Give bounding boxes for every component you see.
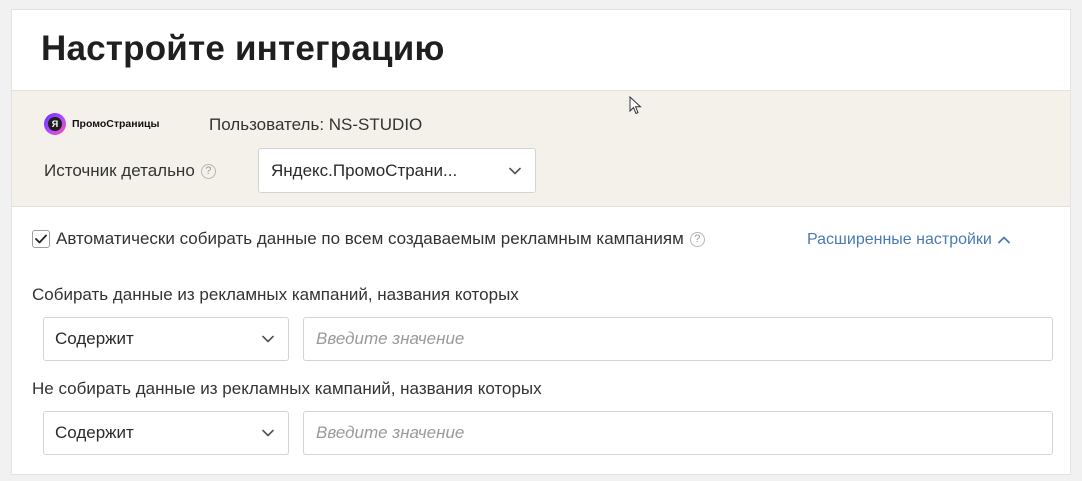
source-block: Я ПромоСтраницы Пользователь: NS-STUDIO … bbox=[12, 91, 1070, 207]
source-detail-label: Источник детально ? bbox=[44, 161, 216, 181]
user-name: Пользователь: NS-STUDIO bbox=[209, 115, 423, 134]
source-detail-value: Яндекс.ПромоСтрани... bbox=[271, 160, 458, 180]
exclude-condition-select[interactable]: Содержит bbox=[43, 411, 289, 455]
chevron-down-icon bbox=[495, 167, 535, 175]
logo-text: ПромоСтраницы bbox=[72, 118, 160, 130]
chevron-down-icon bbox=[248, 335, 288, 343]
auto-collect-label: Автоматически собирать данные по всем со… bbox=[56, 229, 684, 248]
promopages-logo-icon: Я bbox=[44, 113, 66, 135]
page-title: Настройте интеграцию bbox=[41, 29, 445, 68]
exclude-condition-value: Содержит bbox=[55, 423, 134, 442]
auto-collect-checkbox[interactable] bbox=[32, 230, 50, 248]
auto-collect-row: Автоматически собирать данные по всем со… bbox=[32, 229, 705, 249]
advanced-settings-link[interactable]: Расширенные настройки bbox=[807, 231, 1010, 249]
exclude-value-input[interactable] bbox=[303, 411, 1053, 455]
include-campaigns-label: Собирать данные из рекламных кампаний, н… bbox=[32, 285, 519, 304]
page-header: Настройте интеграцию bbox=[12, 10, 1070, 91]
mouse-pointer-icon bbox=[629, 96, 642, 115]
include-value-input[interactable] bbox=[303, 317, 1053, 361]
help-circle-icon[interactable]: ? bbox=[200, 163, 216, 179]
chevron-up-icon bbox=[997, 236, 1010, 244]
exclude-campaigns-label: Не собирать данные из рекламных кампаний… bbox=[32, 379, 542, 398]
help-circle-icon[interactable]: ? bbox=[689, 231, 705, 247]
promopages-logo: Я ПромоСтраницы bbox=[44, 113, 159, 135]
check-icon bbox=[35, 234, 47, 244]
include-condition-select[interactable]: Содержит bbox=[43, 317, 289, 361]
include-condition-value: Содержит bbox=[55, 329, 134, 348]
chevron-down-icon bbox=[248, 429, 288, 437]
source-detail-select[interactable]: Яндекс.ПромоСтрани... bbox=[258, 148, 536, 193]
